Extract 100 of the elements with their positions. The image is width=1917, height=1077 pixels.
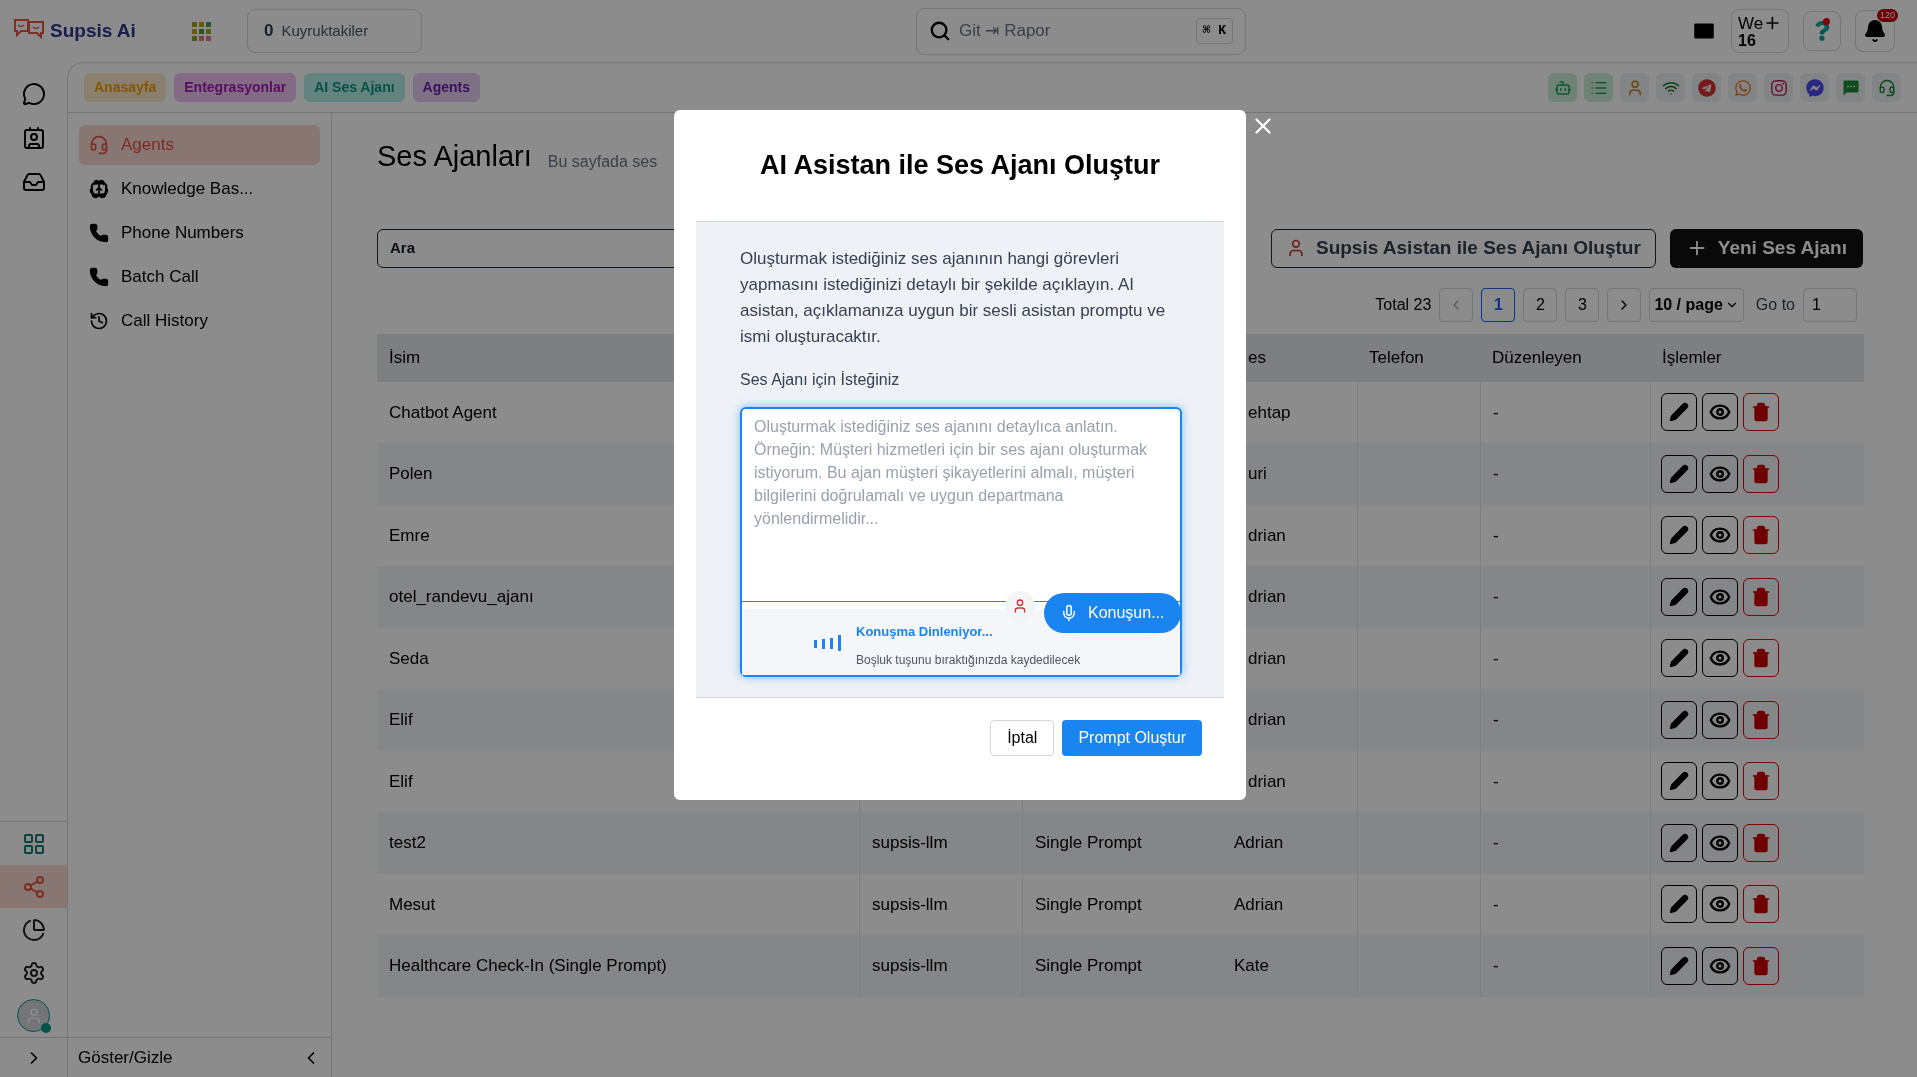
listening-status: Konuşma Dinleniyor... — [856, 622, 994, 641]
delete-button[interactable] — [1743, 639, 1779, 678]
column-header: Telefon — [1368, 346, 1425, 369]
edit-button[interactable] — [1661, 639, 1697, 678]
sms-icon — [1841, 78, 1860, 97]
table-cell-text: - — [1492, 893, 1500, 916]
table-cell-text: ehtap — [1247, 401, 1291, 424]
sidebar-item[interactable]: Phone Numbers — [79, 213, 320, 253]
edit-button[interactable] — [1661, 885, 1697, 924]
pencil-icon — [1669, 832, 1689, 853]
phone-icon — [89, 223, 109, 243]
view-button[interactable] — [1702, 885, 1738, 924]
trash-icon — [1751, 402, 1771, 423]
new-agent-button[interactable]: Yeni Ses Ajanı — [1669, 228, 1863, 268]
notification-button[interactable]: 120 — [1855, 10, 1895, 52]
table-cell-text: drian — [1247, 770, 1286, 793]
table-cell-text: uri — [1247, 463, 1267, 485]
chat-icon[interactable] — [21, 82, 46, 106]
submit-button[interactable]: Prompt Oluştur — [1062, 720, 1202, 756]
headset-icon — [1877, 78, 1896, 97]
page-button[interactable]: 2 — [1523, 287, 1558, 322]
column-header: es — [1247, 346, 1267, 369]
sidebar-item[interactable]: Batch Call — [79, 257, 320, 297]
search-input[interactable]: Ara — [390, 236, 591, 260]
field-label: Ses Ajanı için İsteğiniz — [740, 370, 901, 390]
channel-button[interactable] — [1800, 73, 1829, 102]
search-input[interactable]: Git ⇥ Rapor — [959, 18, 1188, 44]
view-button[interactable] — [1702, 823, 1738, 862]
delete-button[interactable] — [1743, 700, 1779, 739]
sidebar-item[interactable]: Call History — [79, 301, 320, 341]
edit-button[interactable] — [1661, 823, 1697, 862]
delete-button[interactable] — [1743, 762, 1779, 801]
table-cell-text: Mesut — [388, 893, 437, 916]
apps-icon[interactable] — [192, 21, 211, 41]
page-button[interactable]: 3 — [1565, 287, 1600, 322]
contact-card-icon[interactable] — [21, 126, 46, 150]
table-cell-text: supsis-llm — [871, 832, 949, 854]
search-field[interactable]: Git ⇥ Rapor ⌘ K — [916, 7, 1246, 55]
channel-button[interactable] — [1620, 73, 1649, 102]
sidebar-item[interactable]: Knowledge Bas... — [79, 169, 320, 209]
edit-button[interactable] — [1661, 577, 1697, 616]
delete-button[interactable] — [1743, 946, 1779, 985]
table-cell-text: drian — [1247, 524, 1286, 547]
trash-icon — [1751, 463, 1771, 484]
view-button[interactable] — [1702, 577, 1738, 616]
edit-button[interactable] — [1661, 946, 1697, 985]
pencil-icon — [1669, 402, 1689, 423]
delete-button[interactable] — [1743, 516, 1779, 555]
table-cell-text: otel_randevu_ajanı — [388, 586, 535, 608]
queue-counter[interactable]: 0 Kuyruktakiler — [247, 9, 422, 53]
channel-button[interactable] — [1548, 73, 1577, 102]
help-button[interactable] — [1803, 11, 1841, 51]
view-button[interactable] — [1702, 946, 1738, 985]
view-button[interactable] — [1702, 516, 1738, 555]
view-button[interactable] — [1702, 454, 1738, 493]
delete-button[interactable] — [1743, 454, 1779, 493]
page-size-select[interactable]: 10 / page — [1649, 287, 1744, 322]
edit-button[interactable] — [1661, 454, 1697, 493]
breadcrumb-tab[interactable]: Agents — [412, 73, 481, 102]
pencil-icon — [1669, 525, 1689, 546]
assistant-create-button[interactable]: Supsis Asistan ile Ses Ajanı Oluştur — [1270, 228, 1656, 268]
delete-button[interactable] — [1743, 823, 1779, 862]
next-page-button[interactable] — [1607, 287, 1642, 322]
view-button[interactable] — [1702, 639, 1738, 678]
edit-button[interactable] — [1661, 700, 1697, 739]
whatsapp-icon — [1733, 78, 1752, 97]
page-button[interactable]: 1 — [1481, 287, 1516, 322]
view-button[interactable] — [1702, 762, 1738, 801]
mic-icon — [1060, 604, 1078, 622]
table-cell-text: test2 — [388, 832, 427, 854]
channel-button[interactable] — [1764, 73, 1793, 102]
request-field[interactable] — [740, 407, 1182, 677]
cancel-button[interactable]: İptal — [990, 720, 1055, 756]
logo-text: Supsis Ai — [50, 18, 136, 43]
inbox-icon[interactable] — [21, 170, 46, 194]
channel-button[interactable] — [1836, 73, 1865, 102]
channel-button[interactable] — [1728, 73, 1757, 102]
week-badge[interactable]: We 16 — [1731, 9, 1789, 53]
delete-button[interactable] — [1743, 885, 1779, 924]
user-avatar[interactable] — [17, 999, 50, 1032]
request-input[interactable]: Oluşturmak istediğiniz ses ajanını detaylıca anlatın. Örneğin: Müşteri hizmetleri için bir ses ajanı oluşturmak istiyorum. Bu ajan müşteri şikayetlerini almalı, müşteri bilgilerini doğrulamalı ve uygun departmana yönlendirmelidir... — [742, 409, 1180, 602]
delete-button[interactable] — [1743, 577, 1779, 616]
channel-button[interactable] — [1656, 73, 1685, 102]
view-button[interactable] — [1702, 393, 1738, 432]
delete-button[interactable] — [1743, 393, 1779, 432]
edit-button[interactable] — [1661, 762, 1697, 801]
edit-button[interactable] — [1661, 393, 1697, 432]
table-cell-text: - — [1492, 586, 1500, 608]
table-cell-text: - — [1492, 955, 1500, 977]
goto-field[interactable]: 1 — [1803, 287, 1857, 322]
edit-button[interactable] — [1661, 516, 1697, 555]
table-cell-text: supsis-llm — [871, 955, 949, 977]
pencil-icon — [1669, 771, 1689, 792]
channel-button[interactable] — [1692, 73, 1721, 102]
trash-icon — [1751, 955, 1771, 976]
channel-button[interactable] — [1872, 73, 1901, 102]
channel-button[interactable] — [1584, 73, 1613, 102]
view-button[interactable] — [1702, 700, 1738, 739]
mic-button[interactable]: Konuşun... — [1044, 593, 1181, 633]
table-cell-text: Polen — [388, 463, 434, 485]
